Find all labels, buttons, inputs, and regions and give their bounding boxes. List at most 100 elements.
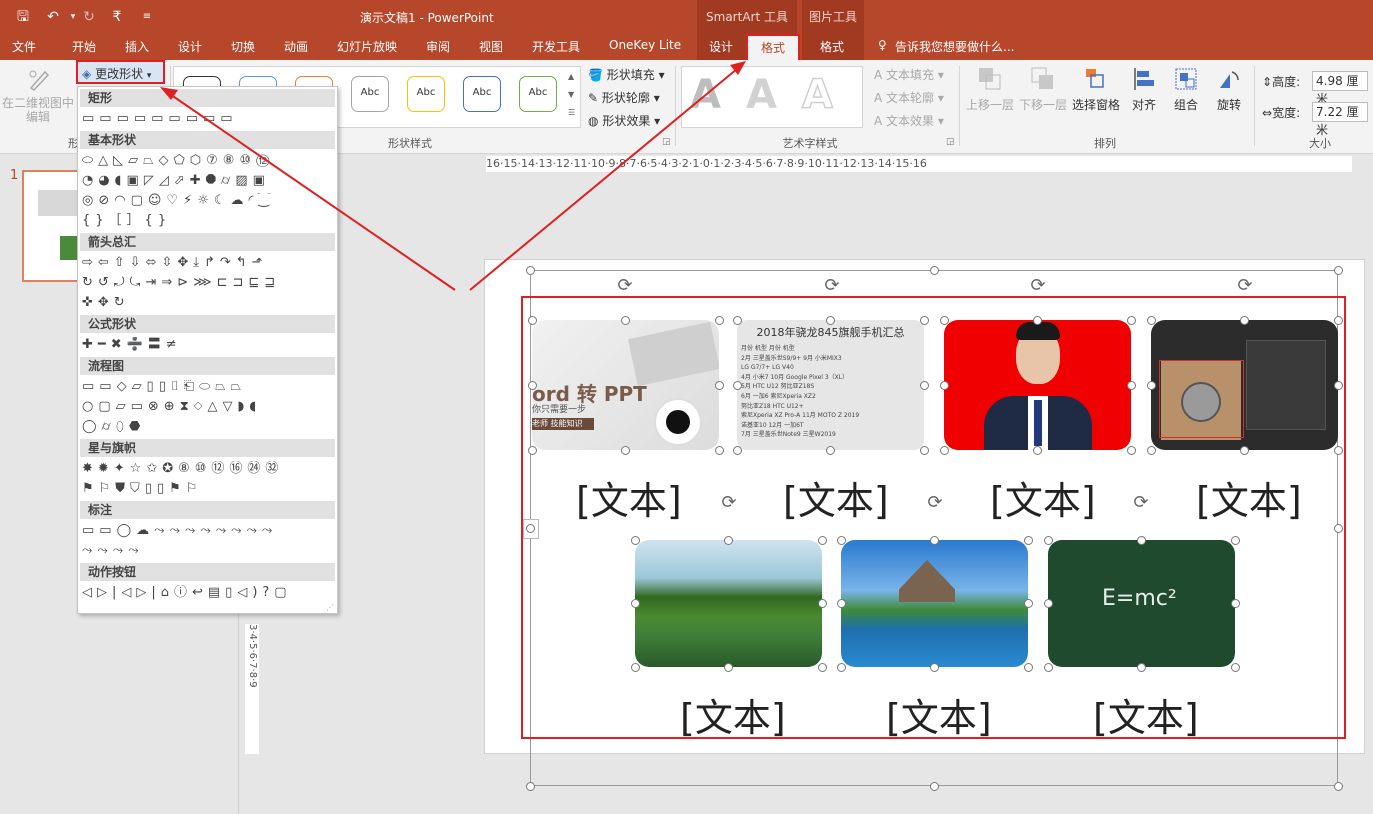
selection-pane-button[interactable]: 选择窗格 bbox=[1072, 66, 1120, 113]
shape-style-7[interactable]: Abc bbox=[519, 76, 557, 112]
image-lake[interactable] bbox=[635, 540, 822, 667]
shape-row[interactable]: ↻↺⤾⤿⇥⇒⊳⋙⊏⊐⊑⊒ bbox=[82, 275, 332, 291]
present-from-start-icon[interactable]: ₹ bbox=[108, 8, 126, 26]
resize-handle[interactable] bbox=[1333, 380, 1343, 390]
resize-handle[interactable] bbox=[1126, 315, 1136, 325]
resize-handle[interactable] bbox=[714, 315, 724, 325]
smartart-text-3[interactable]: [文本] bbox=[990, 470, 1096, 525]
resize-handle[interactable] bbox=[527, 380, 537, 390]
resize-handle[interactable] bbox=[929, 781, 939, 791]
shape-row[interactable]: ▭▭◇▱▯▯⌷⎗⬭⏢⏢ bbox=[82, 379, 332, 395]
tab-transitions[interactable]: 切换 bbox=[231, 38, 255, 55]
resize-handle[interactable] bbox=[930, 535, 939, 545]
shape-row[interactable]: ◔◕◖▣◸◿⬀✚⯃⌭▨▣ bbox=[82, 173, 332, 189]
resize-handle[interactable] bbox=[836, 662, 846, 672]
dialog-launcher-icon[interactable]: ◲ bbox=[946, 137, 955, 147]
resize-handle[interactable] bbox=[1126, 380, 1136, 390]
resize-handle[interactable] bbox=[1146, 380, 1156, 390]
tab-home[interactable]: 开始 bbox=[72, 38, 96, 55]
resize-handle[interactable] bbox=[930, 662, 939, 672]
shape-row[interactable]: ▭▭▭▭▭▭▭▭▭ bbox=[82, 111, 332, 127]
wordart-style-3[interactable]: A bbox=[801, 71, 833, 119]
shape-row[interactable]: ◯⌭⬯⬣ bbox=[82, 419, 332, 435]
resize-handle[interactable] bbox=[929, 265, 939, 275]
resize-handle[interactable] bbox=[817, 599, 827, 608]
resize-grip-icon[interactable]: ⋰ bbox=[326, 603, 334, 612]
resize-handle[interactable] bbox=[1023, 662, 1033, 672]
rotate-handle-icon[interactable]: ⟳ bbox=[1234, 275, 1256, 297]
save-icon[interactable]: 🖫 bbox=[14, 8, 32, 26]
resize-handle[interactable] bbox=[621, 315, 630, 325]
align-button[interactable]: 对齐 bbox=[1131, 66, 1157, 113]
image-temple[interactable] bbox=[841, 540, 1028, 667]
rotate-handle-icon[interactable]: ⟳ bbox=[1130, 492, 1152, 514]
rotate-handle-icon[interactable]: ⟳ bbox=[821, 275, 843, 297]
resize-handle[interactable] bbox=[630, 535, 640, 545]
resize-handle[interactable] bbox=[525, 265, 535, 275]
resize-handle[interactable] bbox=[1033, 445, 1042, 455]
resize-handle[interactable] bbox=[714, 380, 724, 390]
text-effects-button[interactable]: A 文本效果 ▾ bbox=[874, 112, 944, 129]
tab-smartart-design[interactable]: 设计 bbox=[709, 38, 733, 55]
shape-row[interactable]: ⤳⤳⤳⤳ bbox=[82, 543, 332, 559]
resize-handle[interactable] bbox=[1230, 535, 1240, 545]
image-portrait[interactable] bbox=[944, 320, 1131, 450]
resize-handle[interactable] bbox=[1126, 445, 1136, 455]
resize-handle[interactable] bbox=[1333, 445, 1343, 455]
rotate-button[interactable]: 旋转 bbox=[1216, 66, 1242, 113]
resize-handle[interactable] bbox=[1240, 445, 1249, 455]
rotate-handle-icon[interactable]: ⟳ bbox=[924, 492, 946, 514]
resize-handle[interactable] bbox=[826, 445, 835, 455]
resize-handle[interactable] bbox=[939, 315, 949, 325]
undo-icon[interactable]: ↶ bbox=[44, 8, 62, 26]
resize-handle[interactable] bbox=[732, 315, 742, 325]
resize-handle[interactable] bbox=[1137, 662, 1146, 672]
edit-in-2d-button[interactable]: 在二维视图中编辑 bbox=[2, 66, 74, 124]
smartart-text-2[interactable]: [文本] bbox=[783, 470, 889, 525]
tab-animations[interactable]: 动画 bbox=[284, 38, 308, 55]
resize-handle[interactable] bbox=[527, 315, 537, 325]
resize-handle[interactable] bbox=[1033, 315, 1042, 325]
image-laptop[interactable] bbox=[1151, 320, 1338, 450]
shape-row[interactable]: ▭▭◯☁⤳⤳⤳⤳⤳⤳⤳⤳ bbox=[82, 523, 332, 539]
gallery-scroll-icon[interactable]: ▲ ▼ ☰ bbox=[568, 68, 575, 122]
resize-handle[interactable] bbox=[1146, 445, 1156, 455]
tab-insert[interactable]: 插入 bbox=[125, 38, 149, 55]
resize-handle[interactable] bbox=[525, 781, 535, 791]
tab-file[interactable]: 文件 bbox=[12, 38, 36, 55]
send-backward-button[interactable]: 下移一层 bbox=[1019, 66, 1067, 113]
resize-handle[interactable] bbox=[714, 445, 724, 455]
resize-handle[interactable] bbox=[724, 662, 733, 672]
shape-style-6[interactable]: Abc bbox=[463, 76, 501, 112]
resize-handle[interactable] bbox=[1333, 781, 1343, 791]
slide-thumbnail-1[interactable] bbox=[22, 170, 84, 282]
shape-row[interactable]: ✜✥↻ bbox=[82, 295, 332, 311]
smartart-text-7[interactable]: [文本] bbox=[1093, 687, 1199, 742]
shape-row[interactable]: ⇨⇦⇧⇩⬄⇳✥⤓↱↷↰⬏ bbox=[82, 255, 332, 271]
shape-row[interactable]: {}［］{} bbox=[82, 213, 332, 229]
tab-slideshow[interactable]: 幻灯片放映 bbox=[337, 38, 397, 55]
shape-row[interactable]: ⚑⚐⛊⛉▯▯⚑⚐ bbox=[82, 481, 332, 497]
resize-handle[interactable] bbox=[836, 599, 846, 608]
resize-handle[interactable] bbox=[1043, 535, 1053, 545]
height-input[interactable]: 4.98 厘米 bbox=[1312, 71, 1368, 106]
resize-handle[interactable] bbox=[939, 380, 949, 390]
resize-handle[interactable] bbox=[1146, 315, 1156, 325]
tab-smartart-format[interactable]: 格式 bbox=[746, 34, 800, 62]
tab-picture-format[interactable]: 格式 bbox=[820, 38, 844, 55]
resize-handle[interactable] bbox=[732, 445, 742, 455]
shape-fill-button[interactable]: 🪣 形状填充 ▾ bbox=[588, 66, 665, 83]
image-word-to-ppt[interactable]: ord 转 PPT 你只需要一步 老师 技能知识 bbox=[532, 320, 719, 450]
shape-style-4[interactable]: Abc bbox=[351, 76, 389, 112]
shape-row[interactable]: ✚━✖➗〓≠ bbox=[82, 337, 332, 353]
resize-handle[interactable] bbox=[817, 535, 827, 545]
smartart-text-1[interactable]: [文本] bbox=[576, 470, 682, 525]
resize-handle[interactable] bbox=[939, 445, 949, 455]
text-fill-button[interactable]: A 文本填充 ▾ bbox=[874, 66, 944, 83]
rotate-handle-icon[interactable]: ⟳ bbox=[1027, 275, 1049, 297]
redo-icon[interactable]: ↻ bbox=[80, 8, 98, 26]
image-chalkboard[interactable]: E=mc² bbox=[1048, 540, 1235, 667]
resize-handle[interactable] bbox=[724, 535, 733, 545]
bring-forward-button[interactable]: 上移一层 bbox=[966, 66, 1014, 113]
shape-row[interactable]: ✸✹✦☆✩✪⑧⑩⑫⑯㉔㉜ bbox=[82, 461, 332, 477]
